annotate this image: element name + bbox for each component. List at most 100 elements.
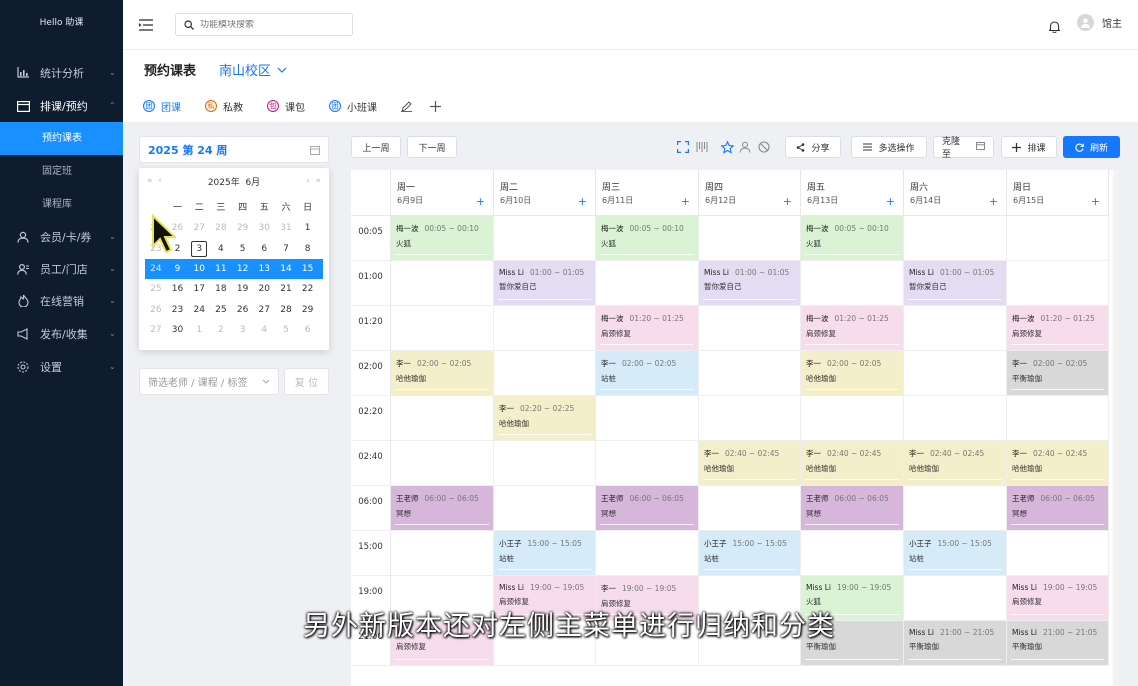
calendar-day[interactable]: 30 xyxy=(253,218,275,238)
calendar-day[interactable]: 24 xyxy=(188,300,210,320)
multi-select-button[interactable]: 多选操作 xyxy=(851,136,927,158)
class-event-card[interactable]: 王老师 06:00 ~ 06:05 冥想 xyxy=(801,486,903,530)
schedule-cell[interactable] xyxy=(904,486,1007,531)
schedule-cell[interactable] xyxy=(801,531,904,576)
class-event-card[interactable]: Miss Li 01:00 ~ 01:05 暂你爱自己 xyxy=(494,261,595,305)
class-event-card[interactable]: Miss Li 01:00 ~ 01:05 暂你爱自己 xyxy=(699,261,800,305)
calendar-day[interactable]: 9 xyxy=(167,259,189,279)
schedule-cell[interactable] xyxy=(904,351,1007,396)
class-event-card[interactable]: 梅一波 00:05 ~ 00:10 火狐 xyxy=(801,216,903,260)
class-event-card[interactable]: Miss Li 01:00 ~ 01:05 暂你爱自己 xyxy=(904,261,1006,305)
schedule-cell[interactable] xyxy=(1007,531,1109,576)
add-class-icon[interactable]: + xyxy=(783,195,792,208)
add-class-icon[interactable]: + xyxy=(476,195,485,208)
schedule-cell[interactable] xyxy=(391,306,494,351)
schedule-cell[interactable] xyxy=(596,396,699,441)
add-tab-icon[interactable] xyxy=(430,100,441,112)
sidebar-item-staff[interactable]: 员工/门店 ⌄ xyxy=(0,252,123,285)
class-event-card[interactable]: 李一 02:00 ~ 02:05 站桩 xyxy=(596,351,698,395)
calendar-day[interactable]: 28 xyxy=(210,218,232,238)
schedule-cell[interactable] xyxy=(596,261,699,306)
refresh-button[interactable]: 刷新 xyxy=(1063,136,1120,158)
add-class-icon[interactable]: + xyxy=(886,195,895,208)
add-class-icon[interactable]: + xyxy=(578,195,587,208)
calendar-day[interactable]: 17 xyxy=(188,279,210,299)
schedule-cell[interactable] xyxy=(699,486,801,531)
sidebar-item-scheduling[interactable]: 排课/预约 ⌃ xyxy=(0,89,123,122)
star-icon[interactable] xyxy=(720,140,734,154)
class-event-card[interactable]: 王老师 06:00 ~ 06:05 冥想 xyxy=(596,486,698,530)
calendar-day[interactable]: 12 xyxy=(232,259,254,279)
schedule-cell[interactable] xyxy=(1007,396,1109,441)
class-event-card[interactable]: 李一 02:00 ~ 02:05 哈他瑜伽 xyxy=(801,351,903,395)
calendar-week-number[interactable]: 25 xyxy=(145,279,167,299)
schedule-cell[interactable] xyxy=(596,531,699,576)
schedule-cell[interactable] xyxy=(391,531,494,576)
class-event-card[interactable]: 李一 02:40 ~ 02:45 哈他瑜伽 xyxy=(801,441,903,485)
calendar-day[interactable]: 31 xyxy=(275,218,297,238)
sidebar-item-members[interactable]: 会员/卡/券 ⌄ xyxy=(0,220,123,253)
tab-private-class[interactable]: 私 私教 xyxy=(205,99,243,114)
schedule-cell[interactable] xyxy=(1007,261,1109,306)
class-event-card[interactable]: 李一 02:00 ~ 02:05 平衡瑜伽 xyxy=(1007,351,1108,395)
calendar-day[interactable]: 27 xyxy=(188,218,210,238)
calendar-day[interactable]: 30 xyxy=(167,320,189,340)
tab-package-class[interactable]: 包 课包 xyxy=(267,99,305,114)
add-class-button[interactable]: 排课 xyxy=(1001,136,1057,158)
menu-toggle-icon[interactable] xyxy=(139,16,153,31)
calendar-day[interactable]: 13 xyxy=(253,259,275,279)
calendar-week-row[interactable]: 25 16 17 18 19 20 21 22 xyxy=(145,279,323,299)
calendar-day[interactable]: 3 xyxy=(232,320,254,340)
schedule-cell[interactable] xyxy=(596,441,699,486)
schedule-cell[interactable] xyxy=(904,306,1007,351)
share-button[interactable]: 分享 xyxy=(785,136,841,158)
edit-pencil-icon[interactable] xyxy=(401,100,412,112)
class-event-card[interactable]: 李一 02:40 ~ 02:45 哈他瑜伽 xyxy=(1007,441,1108,485)
sidebar-item-settings[interactable]: 设置 ⌄ xyxy=(0,350,123,383)
calendar-day[interactable]: 3 xyxy=(188,239,210,259)
sidebar-item-statistics[interactable]: 统计分析 ⌄ xyxy=(0,56,123,89)
calendar-day[interactable]: 5 xyxy=(275,320,297,340)
calendar-day[interactable]: 15 xyxy=(297,259,319,279)
class-event-card[interactable]: 梅一波 01:20 ~ 01:25 肩颈修复 xyxy=(1007,306,1108,350)
sidebar-item-publish[interactable]: 发布/收集 ⌄ xyxy=(0,317,123,350)
calendar-day[interactable]: 1 xyxy=(188,320,210,340)
calendar-week-number[interactable]: 27 xyxy=(145,320,167,340)
calendar-day[interactable]: 8 xyxy=(297,239,319,259)
calendar-day[interactable]: 14 xyxy=(275,259,297,279)
calendar-day[interactable]: 18 xyxy=(210,279,232,299)
prev-year-prev-month-icon[interactable]: « ‹ xyxy=(147,176,162,186)
tab-group-class[interactable]: 团 团课 xyxy=(143,99,181,114)
schedule-cell[interactable] xyxy=(904,396,1007,441)
calendar-week-row[interactable]: 27 30 1 2 3 4 5 6 xyxy=(145,320,323,340)
next-month-next-year-icon[interactable]: › » xyxy=(306,176,321,186)
user-menu[interactable]: 馆主 xyxy=(1077,14,1122,31)
calendar-day[interactable]: 27 xyxy=(253,300,275,320)
sidebar-item-marketing[interactable]: 在线营销 ⌄ xyxy=(0,284,123,317)
calendar-day[interactable]: 28 xyxy=(275,300,297,320)
next-week-button[interactable]: 下一周 xyxy=(407,136,457,158)
week-picker-input[interactable]: 2025 第 24 周 xyxy=(139,136,329,163)
schedule-cell[interactable] xyxy=(494,351,596,396)
block-icon[interactable] xyxy=(757,140,771,154)
calendar-day[interactable]: 6 xyxy=(297,320,319,340)
add-class-icon[interactable]: + xyxy=(681,195,690,208)
calendar-day[interactable]: 10 xyxy=(188,259,210,279)
calendar-week-number[interactable]: 24 xyxy=(145,259,167,279)
calendar-month[interactable]: 6月 xyxy=(245,178,260,188)
schedule-cell[interactable] xyxy=(699,351,801,396)
clone-to-button[interactable]: 克隆至 xyxy=(933,136,994,160)
class-event-card[interactable]: 梅一波 01:20 ~ 01:25 肩颈修复 xyxy=(596,306,698,350)
schedule-cell[interactable] xyxy=(494,441,596,486)
calendar-year[interactable]: 2025年 xyxy=(208,178,240,188)
schedule-cell[interactable] xyxy=(494,486,596,531)
schedule-cell[interactable] xyxy=(391,441,494,486)
schedule-cell[interactable] xyxy=(1007,216,1109,261)
barcode-icon[interactable] xyxy=(695,140,709,154)
sidebar-subitem-course-library[interactable]: 课程库 xyxy=(0,188,123,221)
sidebar-subitem-fixed-class[interactable]: 固定班 xyxy=(0,155,123,188)
calendar-day[interactable]: 20 xyxy=(253,279,275,299)
calendar-day[interactable]: 11 xyxy=(210,259,232,279)
class-event-card[interactable]: 李一 02:40 ~ 02:45 哈他瑜伽 xyxy=(699,441,800,485)
prev-week-button[interactable]: 上一周 xyxy=(351,136,401,158)
